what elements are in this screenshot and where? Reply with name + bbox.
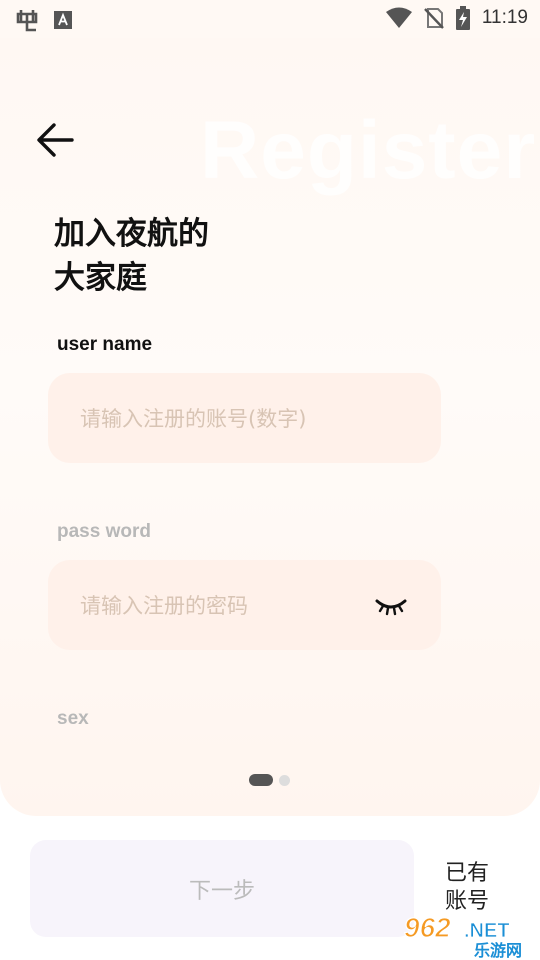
app-a-icon — [54, 11, 72, 29]
have-account-line-1: 已有 — [445, 861, 490, 886]
battery-charging-icon — [455, 6, 470, 30]
register-watermark: Register — [200, 105, 537, 196]
page-dot-active — [249, 774, 273, 786]
status-bar: 11:19 — [0, 0, 540, 38]
app-bug-icon — [16, 10, 38, 32]
watermark-site-name: 乐游网 — [474, 941, 522, 960]
password-input[interactable]: 请输入注册的密码 — [48, 560, 441, 650]
title-line-2: 大家庭 — [54, 260, 147, 296]
next-step-button[interactable]: 下一步 — [30, 840, 414, 937]
watermark-number: 962 — [404, 912, 451, 943]
clock: 11:19 — [481, 7, 528, 28]
password-placeholder: 请输入注册的密码 — [80, 594, 248, 618]
password-label: pass word — [57, 521, 151, 542]
watermark-suffix: .NET — [464, 920, 510, 942]
page-dot — [279, 774, 290, 786]
have-account-link[interactable]: 已有 账号 — [445, 860, 495, 916]
no-signal-icon — [423, 8, 444, 29]
title-line-1: 加入夜航的 — [54, 216, 209, 252]
page-title: 加入夜航的 大家庭 — [54, 212, 209, 300]
site-watermark-logo: 962 .NET 乐游网 — [403, 911, 522, 960]
register-card: Register 加入夜航的 大家庭 user name 请输入注册的账号(数字… — [0, 38, 540, 816]
eye-closed-icon[interactable] — [375, 593, 407, 617]
sex-label: sex — [57, 708, 89, 729]
page-indicator — [249, 774, 290, 786]
username-input[interactable]: 请输入注册的账号(数字) — [48, 373, 441, 463]
wifi-icon — [385, 7, 412, 28]
username-placeholder: 请输入注册的账号(数字) — [80, 407, 307, 431]
back-arrow-icon[interactable] — [32, 116, 80, 164]
username-label: user name — [57, 334, 153, 355]
